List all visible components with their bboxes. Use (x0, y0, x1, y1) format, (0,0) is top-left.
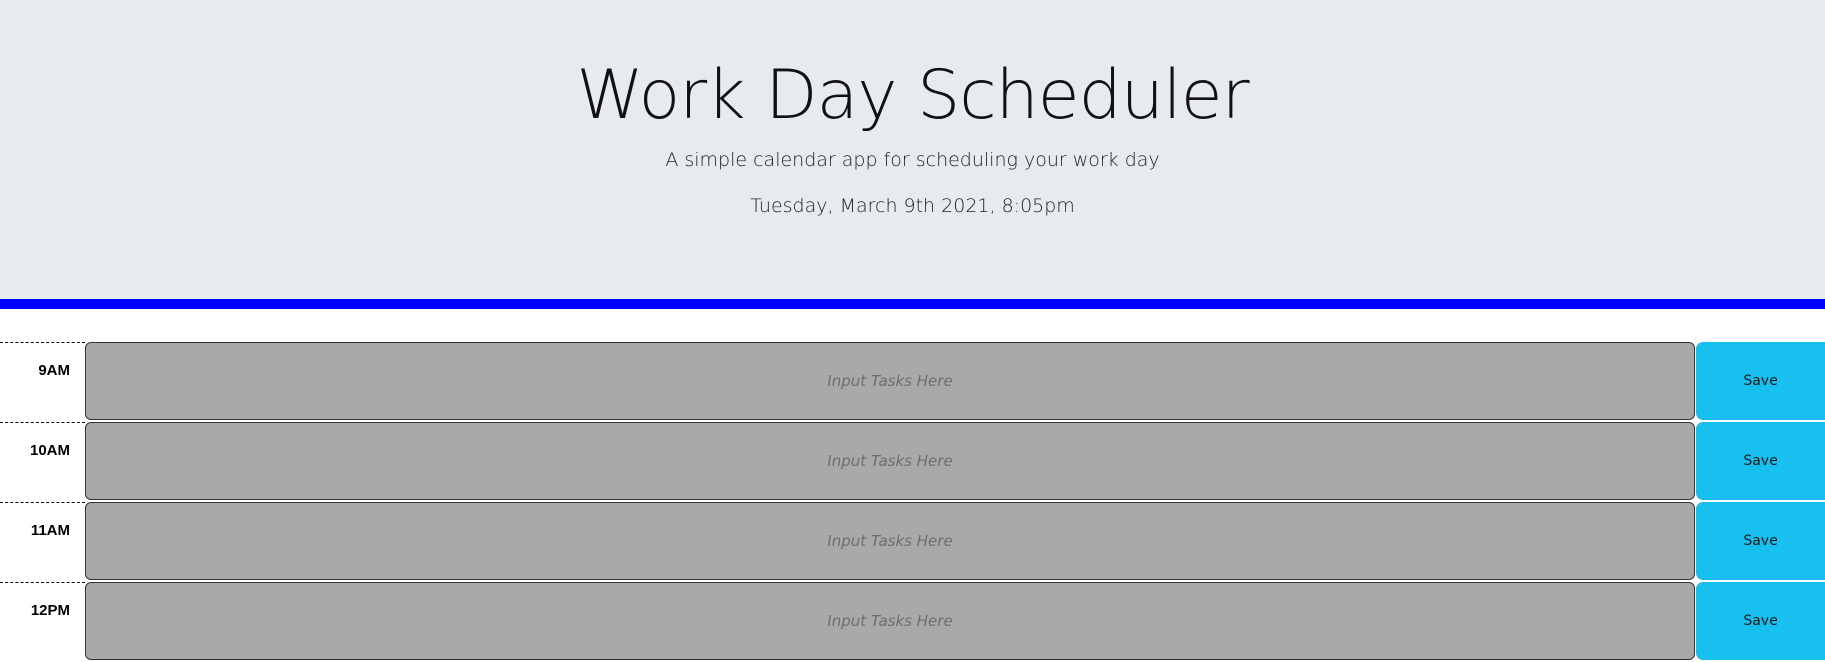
header-jumbotron: Work Day Scheduler A simple calendar app… (0, 0, 1825, 299)
save-button[interactable]: Save (1696, 342, 1825, 420)
hour-label: 10AM (0, 422, 85, 502)
hour-label: 11AM (0, 502, 85, 582)
time-block-row: 11AM Input Tasks Here Save (0, 502, 1825, 582)
page-title: Work Day Scheduler (576, 56, 1249, 135)
hour-label: 12PM (0, 582, 85, 662)
hour-label: 9AM (0, 342, 85, 422)
save-button[interactable]: Save (1696, 422, 1825, 500)
task-input[interactable]: Input Tasks Here (85, 342, 1695, 420)
header-divider (0, 299, 1825, 309)
time-block-row: 12PM Input Tasks Here Save (0, 582, 1825, 662)
page-subtitle: A simple calendar app for scheduling you… (665, 149, 1160, 171)
time-block-row: 9AM Input Tasks Here Save (0, 342, 1825, 422)
time-block-row: 10AM Input Tasks Here Save (0, 422, 1825, 502)
save-button[interactable]: Save (1696, 502, 1825, 580)
current-day: Tuesday, March 9th 2021, 8:05pm (750, 195, 1075, 217)
task-input[interactable]: Input Tasks Here (85, 582, 1695, 660)
task-input[interactable]: Input Tasks Here (85, 502, 1695, 580)
task-input[interactable]: Input Tasks Here (85, 422, 1695, 500)
save-button[interactable]: Save (1696, 582, 1825, 660)
time-block-list: 9AM Input Tasks Here Save 10AM Input Tas… (0, 342, 1825, 662)
